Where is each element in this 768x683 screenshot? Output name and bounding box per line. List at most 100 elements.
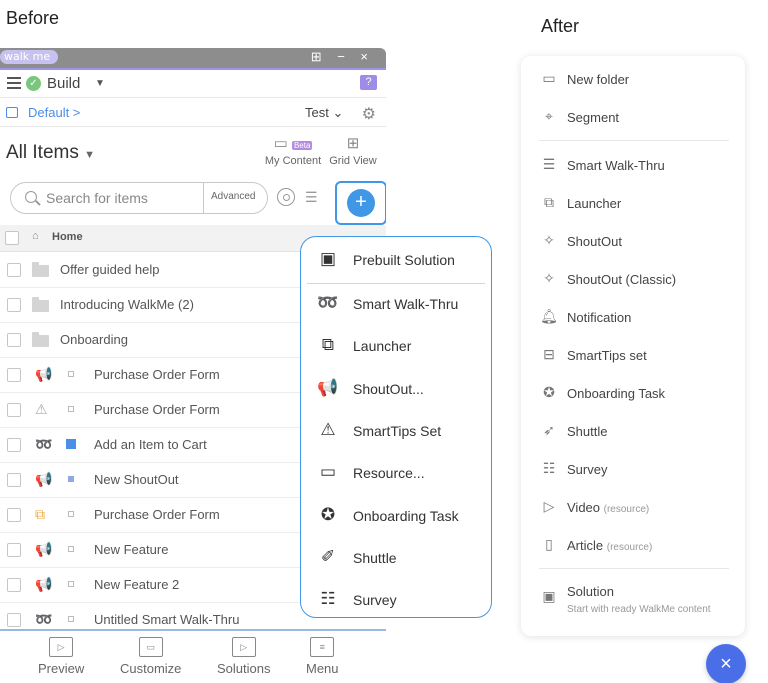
after-item-smarttips-set[interactable]: ⊟ SmartTips set bbox=[539, 344, 735, 368]
row-checkbox[interactable] bbox=[7, 368, 21, 382]
grid-icon: ⊞ bbox=[346, 135, 360, 152]
shoutout-icon: ✧ bbox=[543, 232, 555, 248]
search-icon bbox=[25, 191, 37, 203]
after-item-label: Survey bbox=[567, 462, 608, 477]
after-item-label: Article (resource) bbox=[567, 538, 652, 553]
folder-icon bbox=[32, 297, 49, 312]
row-checkbox[interactable] bbox=[7, 298, 21, 312]
after-item-shoutout-classic[interactable]: ✧ ShoutOut (Classic) bbox=[539, 268, 735, 292]
after-item-new-folder[interactable]: ▭ New folder bbox=[539, 68, 735, 92]
target-icon[interactable] bbox=[277, 188, 295, 206]
status-square bbox=[68, 616, 74, 622]
row-checkbox[interactable] bbox=[7, 438, 21, 452]
environment-label: Test bbox=[305, 105, 329, 120]
row-checkbox[interactable] bbox=[7, 508, 21, 522]
smart-walkthru-icon: ➿ bbox=[35, 436, 53, 452]
menu-item-onboarding-task[interactable]: ✪ Onboarding Task bbox=[315, 501, 483, 533]
item-name: Purchase Order Form bbox=[94, 402, 220, 417]
after-item-launcher[interactable]: ⧉ Launcher bbox=[539, 192, 735, 216]
item-name: New Feature 2 bbox=[94, 577, 180, 592]
walkme-logo: walk me bbox=[0, 50, 58, 64]
home-label[interactable]: Home bbox=[52, 231, 83, 243]
menu-item-label: Prebuilt Solution bbox=[353, 252, 455, 268]
menu-item-resource[interactable]: ▭ Resource... bbox=[315, 458, 483, 490]
article-icon: ▯ bbox=[545, 536, 553, 552]
search-input[interactable]: Search for items bbox=[46, 190, 148, 206]
status-square bbox=[68, 581, 74, 587]
window-icon bbox=[6, 107, 18, 118]
row-checkbox[interactable] bbox=[7, 543, 21, 557]
close-button[interactable]: × bbox=[706, 644, 746, 683]
build-dropdown[interactable]: Build bbox=[47, 75, 80, 92]
environment-select[interactable]: Test ⌄ bbox=[305, 105, 343, 121]
before-label: Before bbox=[6, 8, 60, 28]
row-checkbox[interactable] bbox=[7, 613, 21, 627]
menu-item-smart-walkthru[interactable]: ➿ Smart Walk-Thru bbox=[315, 289, 483, 321]
tab-label: Preview bbox=[38, 661, 85, 676]
tab-solutions[interactable]: ▷ Solutions bbox=[217, 637, 270, 676]
advanced-button[interactable]: Advanced bbox=[203, 183, 267, 213]
after-item-article[interactable]: ▯ Article (resource) bbox=[539, 534, 735, 558]
menu-item-survey[interactable]: ☷ Survey bbox=[315, 585, 483, 617]
after-item-shuttle[interactable]: ➶ Shuttle bbox=[539, 420, 735, 444]
after-item-label: Video (resource) bbox=[567, 500, 649, 515]
shoutout-classic-icon: ✧ bbox=[543, 270, 555, 286]
row-checkbox[interactable] bbox=[7, 333, 21, 347]
after-panel: ▭ New folder ⌖ Segment ☰ Smart Walk-Thru… bbox=[521, 56, 745, 636]
bell-icon: 🔔︎ bbox=[540, 308, 558, 324]
after-item-smart-walkthru[interactable]: ☰ Smart Walk-Thru bbox=[539, 154, 735, 178]
after-item-onboarding-task[interactable]: ✪ Onboarding Task bbox=[539, 382, 735, 406]
after-item-notification[interactable]: 🔔︎ Notification bbox=[539, 306, 735, 330]
after-item-survey[interactable]: ☷ Survey bbox=[539, 458, 735, 482]
solution-icon: ▣ bbox=[542, 588, 556, 604]
menu-item-shoutout[interactable]: 📢 ShoutOut... bbox=[315, 374, 483, 406]
after-item-label: Segment bbox=[567, 110, 620, 125]
menu-item-launcher[interactable]: ⧉ Launcher bbox=[315, 331, 483, 363]
menu-item-label: Survey bbox=[353, 592, 397, 608]
beta-badge: Beta bbox=[291, 141, 313, 150]
launcher-icon: ⧉ bbox=[544, 194, 554, 210]
check-icon: ✓ bbox=[26, 76, 41, 91]
tab-customize[interactable]: ▭ Customize bbox=[120, 637, 181, 676]
grid-view-button[interactable]: ⊞ Grid View bbox=[326, 134, 380, 167]
gear-icon[interactable]: ⚙ bbox=[362, 104, 376, 124]
filter-icon[interactable]: ☰ bbox=[305, 189, 318, 206]
build-row: ✓ Build ▼ ? bbox=[0, 70, 386, 98]
select-all-checkbox[interactable] bbox=[5, 231, 19, 245]
menu-item-smarttips-set[interactable]: ⚠ SmartTips Set bbox=[315, 416, 483, 448]
search-box[interactable]: Search for items Advanced bbox=[10, 182, 268, 214]
item-name: Add an Item to Cart bbox=[94, 437, 207, 452]
after-item-video[interactable]: ▷ Video (resource) bbox=[539, 496, 735, 520]
breadcrumb[interactable]: Default > bbox=[28, 105, 80, 120]
add-button[interactable]: + bbox=[347, 189, 375, 217]
tab-preview[interactable]: ▷ Preview bbox=[38, 637, 84, 676]
after-item-solution[interactable]: ▣ Solution bbox=[539, 582, 735, 606]
after-item-label: Onboarding Task bbox=[567, 386, 666, 401]
menu-item-label: ShoutOut... bbox=[353, 381, 424, 397]
after-item-label: ShoutOut bbox=[567, 234, 622, 249]
help-badge[interactable]: ? bbox=[360, 75, 377, 90]
folder-name: Introducing WalkMe (2) bbox=[60, 297, 194, 312]
segment-icon bbox=[66, 439, 76, 449]
caret-down-icon[interactable]: ▼ bbox=[95, 78, 105, 89]
environment-row: Default > Test ⌄ ⚙ bbox=[0, 99, 386, 127]
row-checkbox[interactable] bbox=[7, 578, 21, 592]
row-checkbox[interactable] bbox=[7, 473, 21, 487]
after-item-shoutout[interactable]: ✧ ShoutOut bbox=[539, 230, 735, 254]
after-item-segment[interactable]: ⌖ Segment bbox=[539, 106, 735, 130]
row-checkbox[interactable] bbox=[7, 263, 21, 277]
my-content-button[interactable]: ▭ Beta My Content bbox=[262, 134, 324, 167]
article-label: Article bbox=[567, 538, 604, 553]
after-item-label: SmartTips set bbox=[567, 348, 647, 363]
hamburger-icon[interactable] bbox=[7, 77, 21, 89]
status-square bbox=[68, 371, 74, 377]
menu-item-shuttle[interactable]: ✐ Shuttle bbox=[315, 543, 483, 575]
menu-divider bbox=[307, 283, 485, 284]
tab-menu[interactable]: ≡ Menu bbox=[306, 637, 339, 676]
page-title[interactable]: All Items ▼ bbox=[6, 142, 95, 164]
menu-item-prebuilt-solution[interactable]: ▣ Prebuilt Solution bbox=[315, 245, 483, 277]
smarttips-icon: ⊟ bbox=[543, 346, 555, 362]
status-square bbox=[68, 511, 74, 517]
window-buttons[interactable]: ⊞ − × bbox=[311, 49, 374, 65]
row-checkbox[interactable] bbox=[7, 403, 21, 417]
